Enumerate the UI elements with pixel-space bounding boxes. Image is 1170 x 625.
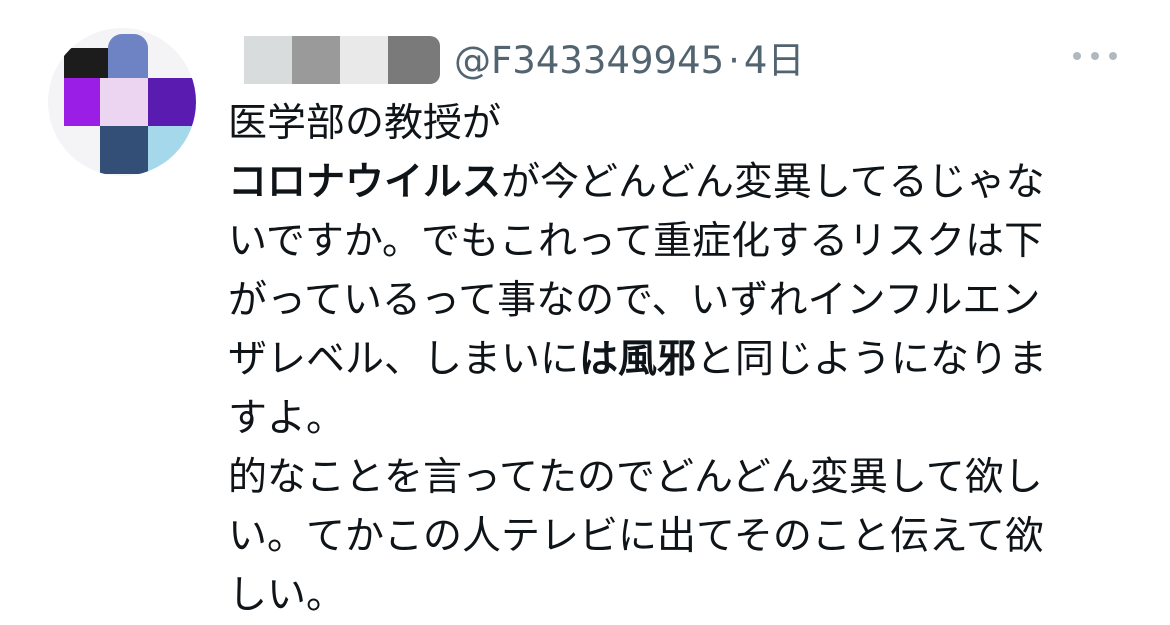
redaction-block bbox=[388, 36, 440, 84]
tweet-text: 医学部の教授が コロナウイルスが今どんどん変異してるじゃな いですか。でもこれって重… bbox=[228, 94, 1158, 625]
tweet-segment: 的なことを言ってたのでどんどん変異して欲し bbox=[228, 455, 1043, 500]
avatar-pixel bbox=[108, 34, 148, 78]
tweet-segment: 医学部の教授が bbox=[228, 101, 502, 146]
tweet-line: コロナウイルスが今どんどん変異してるじゃな bbox=[228, 153, 1158, 212]
tweet-segment: しい。 bbox=[228, 573, 346, 618]
avatar-pixel bbox=[148, 126, 196, 174]
ellipsis-dot bbox=[1109, 52, 1117, 60]
separator-dot: · bbox=[728, 39, 740, 82]
avatar-pixel bbox=[64, 78, 100, 126]
redaction-block bbox=[292, 36, 340, 84]
tweet-line: がっているって事なので、いずれインフルエン bbox=[228, 271, 1158, 330]
ellipsis-dot bbox=[1073, 52, 1081, 60]
ellipsis-icon[interactable] bbox=[1073, 46, 1117, 66]
tweet-segment: ザレベル、しまいに bbox=[228, 337, 580, 382]
tweet-segment: すよ。 bbox=[228, 396, 346, 441]
tweet-segment: が今どんどん変異してるじゃな bbox=[501, 160, 1045, 205]
timestamp[interactable]: 4日 bbox=[744, 39, 805, 82]
tweet-segment: がっているって事なので、いずれインフルエン bbox=[228, 278, 1041, 323]
avatar-pixel bbox=[100, 126, 148, 174]
tweet-line: いですか。でもこれって重症化するリスクは下 bbox=[228, 212, 1158, 271]
tweet-bold-segment: は風邪 bbox=[579, 337, 697, 382]
avatar-pixel bbox=[64, 48, 108, 78]
redaction-block bbox=[340, 36, 388, 84]
avatar-pixel bbox=[100, 78, 148, 126]
ellipsis-dot bbox=[1091, 52, 1099, 60]
tweet-segment: いですか。でもこれって重症化するリスクは下 bbox=[228, 219, 1044, 264]
avatar-pixel bbox=[148, 78, 196, 126]
redaction-block bbox=[244, 36, 292, 84]
display-name-redacted[interactable] bbox=[244, 36, 440, 84]
tweet-bold-segment: コロナウイルス bbox=[228, 160, 502, 205]
tweet-line: 的なことを言ってたのでどんどん変異して欲し bbox=[228, 448, 1158, 507]
tweet-segment: と同じようになりま bbox=[696, 337, 1048, 382]
tweet-line: すよ。 bbox=[228, 389, 1158, 448]
tweet-line: ザレベル、しまいには風邪と同じようになりま bbox=[228, 330, 1158, 389]
tweet-line: 医学部の教授が bbox=[228, 94, 1158, 153]
tweet-segment: い。てかこの人テレビに出てそのこと伝えて欲 bbox=[228, 514, 1044, 559]
avatar[interactable] bbox=[48, 28, 196, 176]
tweet-line: しい。 bbox=[228, 566, 1158, 625]
user-handle[interactable]: @F343349945 bbox=[454, 39, 724, 82]
user-handle-line: @F343349945 · 4日 bbox=[454, 36, 804, 86]
tweet-line: い。てかこの人テレビに出てそのこと伝えて欲 bbox=[228, 507, 1158, 566]
